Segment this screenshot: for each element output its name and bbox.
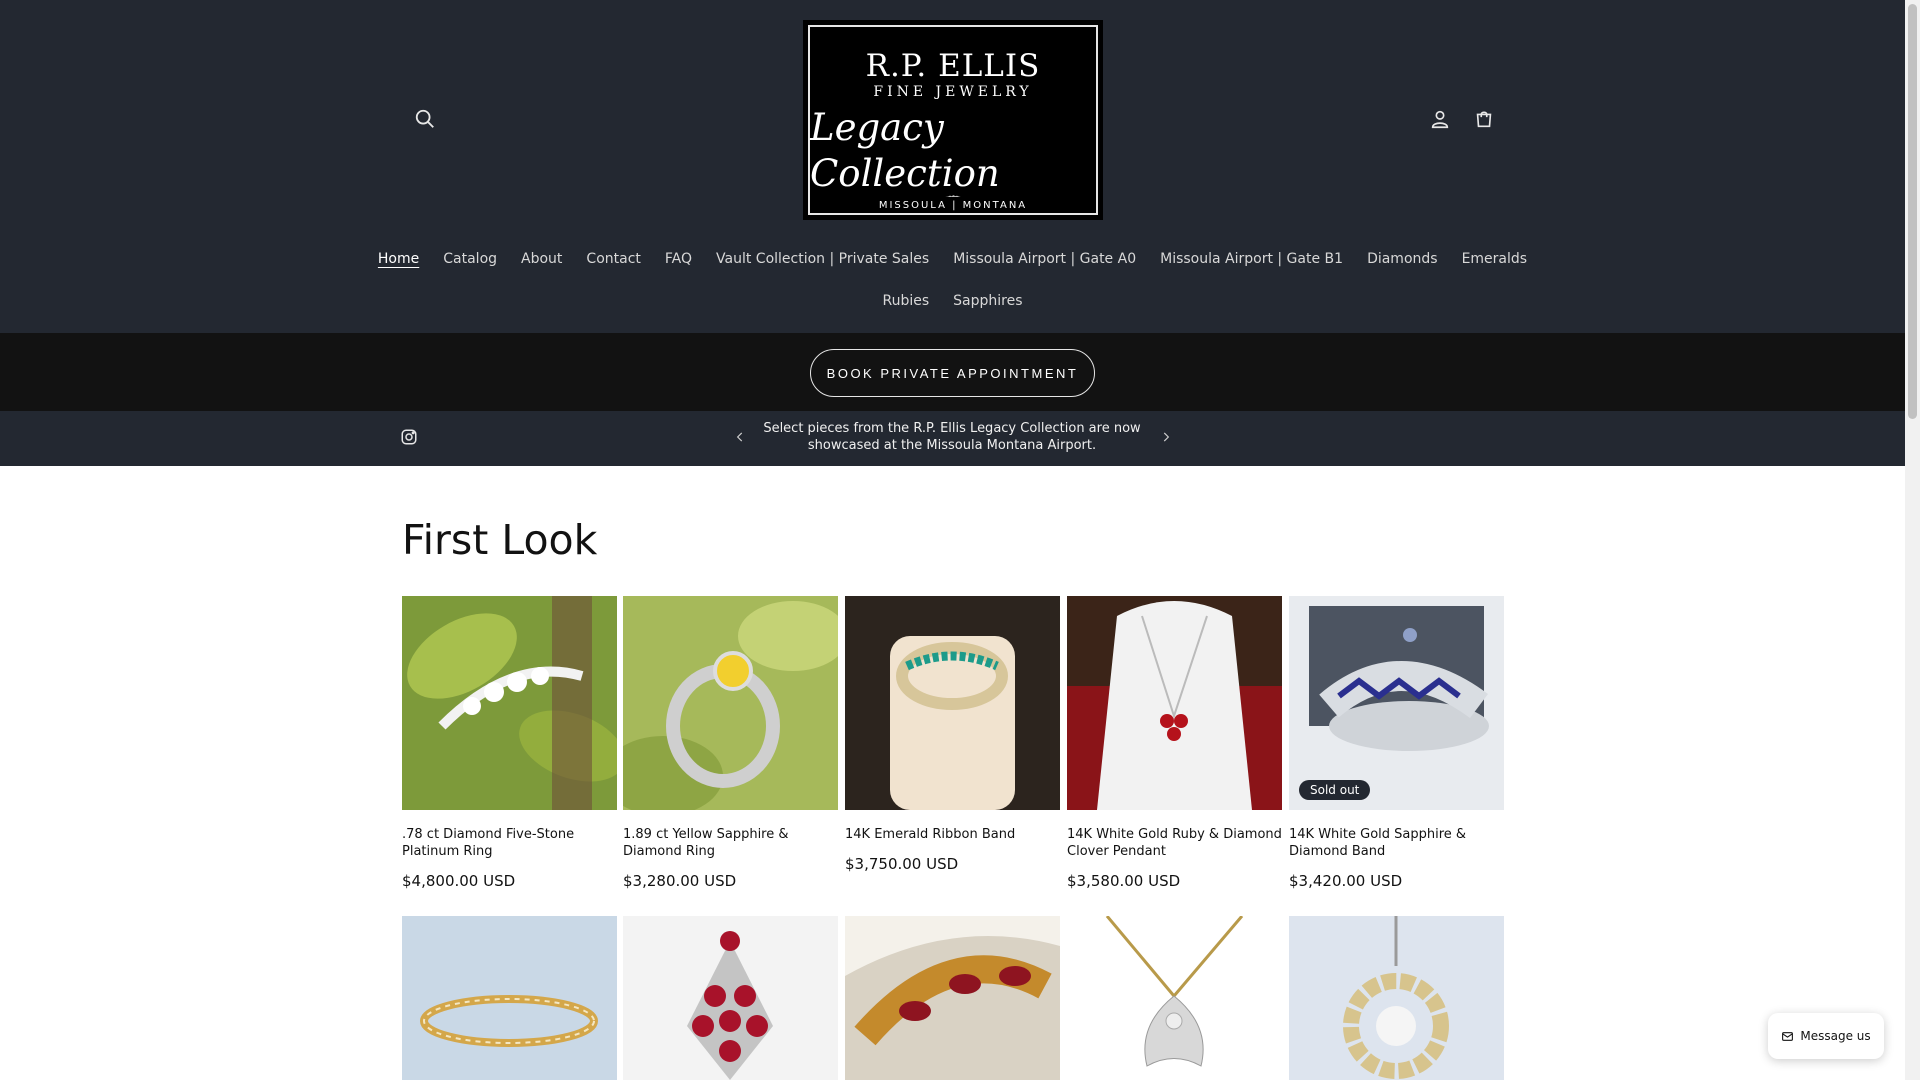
product-price: $4,800.00 USD: [402, 872, 516, 890]
product-image-art: [407, 596, 617, 810]
product-image[interactable]: [402, 596, 617, 810]
instagram-icon[interactable]: [400, 428, 418, 446]
nav-emeralds[interactable]: Emeralds: [1450, 249, 1540, 269]
product-image-art: [1105, 916, 1244, 1067]
main-nav-row-2: Rubies Sapphires: [0, 291, 1905, 311]
scrollbar-thumb[interactable]: [1908, 4, 1917, 419]
product-title[interactable]: 14K Emerald Ribbon Band: [845, 826, 1060, 843]
logo-place: MISSOULA | MONTANA: [878, 200, 1028, 211]
product-image[interactable]: [623, 916, 838, 1080]
mail-icon: [1782, 1031, 1794, 1041]
product-image[interactable]: [845, 916, 1060, 1080]
message-us-button[interactable]: Message us: [1768, 1013, 1884, 1059]
nav-airport-gate-a0[interactable]: Missoula Airport | Gate A0: [941, 249, 1148, 269]
logo-brand: R.P. ELLIS: [865, 48, 1041, 84]
message-us-label: Message us: [1800, 1029, 1871, 1043]
product-image[interactable]: [845, 596, 1060, 810]
cart-icon[interactable]: [1468, 103, 1500, 135]
product-title[interactable]: 1.89 ct Yellow Sapphire & Diamond Ring: [623, 826, 838, 860]
nav-diamonds[interactable]: Diamonds: [1355, 249, 1450, 269]
site-logo[interactable]: R.P. ELLIS FINE JEWELRY Legacy Collectio…: [803, 20, 1103, 220]
product-image[interactable]: [1289, 916, 1504, 1080]
product-image-art: [845, 916, 1060, 1046]
nav-rubies[interactable]: Rubies: [870, 291, 941, 311]
product-image-art: [890, 636, 1015, 810]
product-price: $3,750.00 USD: [845, 855, 959, 873]
product-image-art: [420, 995, 598, 1047]
account-icon[interactable]: [1424, 103, 1456, 135]
product-price: $3,580.00 USD: [1067, 872, 1181, 890]
product-image-art: [1289, 596, 1504, 810]
product-image-art: [623, 601, 838, 810]
product-price: $3,420.00 USD: [1289, 872, 1403, 890]
product-image-art: [687, 931, 773, 1080]
announcement-prev-icon[interactable]: [731, 428, 749, 446]
product-image[interactable]: [1067, 596, 1282, 810]
logo-frame: R.P. ELLIS FINE JEWELRY Legacy Collectio…: [808, 25, 1098, 215]
nav-home[interactable]: Home: [366, 249, 431, 269]
nav-catalog[interactable]: Catalog: [431, 249, 509, 269]
announcement-text: Select pieces from the R.P. Ellis Legacy…: [763, 421, 1141, 453]
product-title[interactable]: .78 ct Diamond Five-Stone Platinum Ring: [402, 826, 617, 860]
mountain-icon: [945, 195, 961, 197]
product-title[interactable]: 14K White Gold Ruby & Diamond Clover Pen…: [1067, 826, 1282, 860]
product-card[interactable]: 1.89 ct Yellow Sapphire & Diamond Ring $…: [623, 596, 838, 890]
announcement-next-icon[interactable]: [1157, 428, 1175, 446]
product-price: $3,280.00 USD: [623, 872, 737, 890]
sold-out-badge: Sold out: [1299, 780, 1371, 800]
section-title: First Look: [402, 516, 598, 564]
nav-faq[interactable]: FAQ: [653, 249, 704, 269]
nav-sapphires[interactable]: Sapphires: [941, 291, 1034, 311]
nav-about[interactable]: About: [509, 249, 574, 269]
logo-subtitle: FINE JEWELRY: [873, 84, 1033, 100]
nav-airport-gate-b1[interactable]: Missoula Airport | Gate B1: [1148, 249, 1355, 269]
nav-vault-collection[interactable]: Vault Collection | Private Sales: [704, 249, 941, 269]
main-nav-row-1: Home Catalog About Contact FAQ Vault Col…: [0, 249, 1905, 269]
product-image[interactable]: [1067, 916, 1282, 1080]
product-card[interactable]: Sold out 14K White Gold Sapphire & Diamo…: [1289, 596, 1504, 890]
nav-contact[interactable]: Contact: [574, 249, 652, 269]
book-appointment-button[interactable]: BOOK PRIVATE APPOINTMENT: [810, 349, 1095, 397]
search-icon[interactable]: [409, 103, 441, 135]
product-image[interactable]: Sold out: [1289, 596, 1504, 810]
product-title[interactable]: 14K White Gold Sapphire & Diamond Band: [1289, 826, 1504, 860]
product-card[interactable]: .78 ct Diamond Five-Stone Platinum Ring …: [402, 596, 617, 890]
product-card[interactable]: 14K White Gold Ruby & Diamond Clover Pen…: [1067, 596, 1282, 890]
product-image[interactable]: [402, 916, 617, 1080]
product-card[interactable]: 14K Emerald Ribbon Band $3,750.00 USD: [845, 596, 1060, 873]
product-image[interactable]: [623, 596, 838, 810]
product-image-art: [1343, 916, 1449, 1079]
product-image-art: [1067, 596, 1282, 810]
logo-script: Legacy Collection: [810, 106, 1000, 195]
